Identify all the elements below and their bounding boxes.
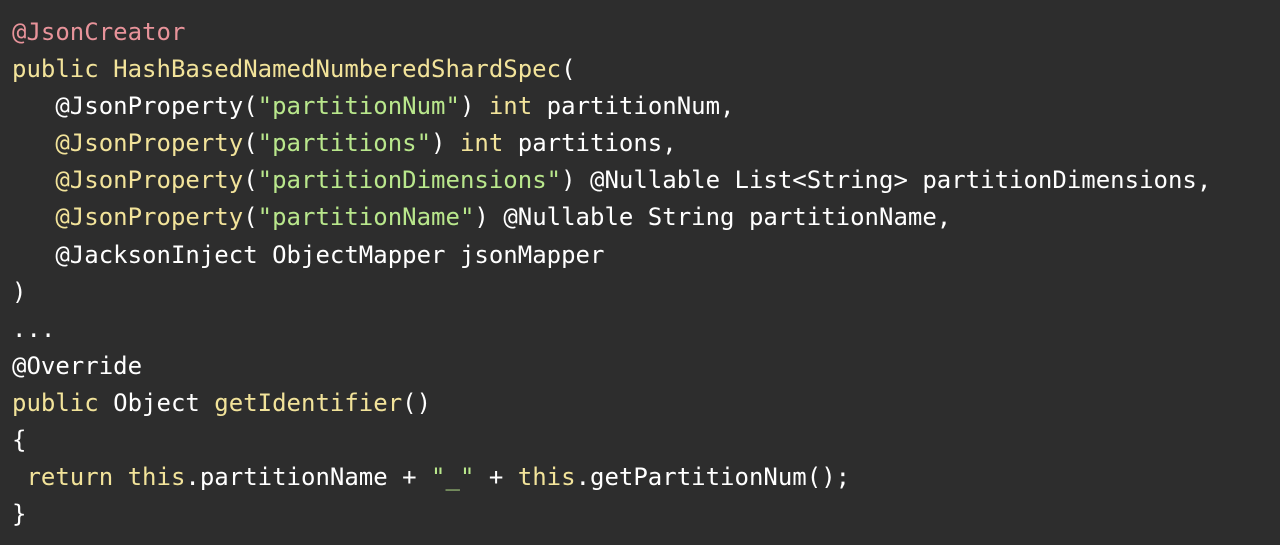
code-token-punct: ( <box>561 55 576 84</box>
code-line: public Object getIdentifier() <box>12 385 1280 422</box>
code-line: { <box>12 422 1280 459</box>
code-token-ident: partitions, <box>503 129 677 158</box>
code-line: @JacksonInject ObjectMapper jsonMapper <box>12 237 1280 274</box>
code-token-punct: ... <box>12 314 56 343</box>
code-token-punct <box>113 463 127 491</box>
code-token-punct <box>12 166 55 194</box>
code-token-annotation-plain: @JacksonInject <box>55 240 258 269</box>
code-token-string: "partitionName" <box>257 203 475 232</box>
code-token-punct <box>12 129 55 157</box>
code-token-string: "partitionNum" <box>257 92 460 121</box>
code-line: @JsonProperty("partitions") int partitio… <box>12 125 1280 162</box>
code-token-punct: () <box>402 388 432 417</box>
code-token-ident: List<String> partitionDimensions, <box>720 166 1212 195</box>
code-token-keyword: public <box>12 55 99 84</box>
code-token-keyword: int <box>459 129 504 158</box>
code-token-annotation-plain: @Override <box>12 351 143 380</box>
code-token-annotation-plain: @Nullable <box>590 166 721 195</box>
code-token-punct <box>99 55 113 83</box>
code-token-punct: ) <box>459 92 489 121</box>
code-token-punct: ( <box>243 129 258 158</box>
code-token-keyword: public <box>12 388 99 417</box>
code-token-annotation-plain: @Nullable <box>503 203 634 232</box>
code-token-annotation-red: @JsonCreator <box>12 18 186 46</box>
code-line: @JsonProperty("partitionNum") int partit… <box>12 88 1280 125</box>
code-token-annotation: @JsonProperty <box>55 129 244 158</box>
code-token-type: Object <box>98 388 215 417</box>
code-token-keyword: int <box>488 92 533 121</box>
code-token-annotation: @JsonProperty <box>55 203 244 232</box>
code-token-punct <box>12 203 55 231</box>
code-token-punct <box>12 463 26 491</box>
code-token-keyword: return <box>26 463 114 492</box>
code-token-string: "partitions" <box>257 129 432 158</box>
code-token-string: "_" <box>431 463 475 492</box>
code-token-ident: String partitionName, <box>633 203 952 232</box>
code-token-punct: ) <box>12 277 27 306</box>
code-token-ident: ObjectMapper jsonMapper <box>257 240 605 269</box>
code-line: @JsonProperty("partitionName") @Nullable… <box>12 199 1280 236</box>
code-token-ident: .partitionName + <box>185 463 432 492</box>
code-token-punct: ) <box>561 166 590 195</box>
code-view: @JsonCreator public HashBasedNamedNumbere… <box>0 0 1280 545</box>
code-token-string: "partitionDimensions" <box>257 166 562 195</box>
code-token-punct: ( <box>243 166 258 195</box>
code-token-keyword: this <box>127 463 186 492</box>
code-token-annotation-plain: @JsonProperty <box>55 92 244 121</box>
code-token-punct: ) <box>474 203 504 232</box>
code-line: ) <box>12 274 1280 311</box>
code-line: @JsonProperty("partitionDimensions") @Nu… <box>12 162 1280 199</box>
code-line: return this.partitionName + "_" + this.g… <box>12 459 1280 496</box>
code-token-keyword: this <box>517 463 576 492</box>
code-token-punct: + <box>474 463 518 492</box>
code-token-ident: partitionNum, <box>532 92 735 121</box>
code-token-annotation: @JsonProperty <box>55 166 244 195</box>
code-token-funcname: getIdentifier <box>214 388 403 417</box>
code-token-ident: .getPartitionNum(); <box>575 463 851 492</box>
code-token-punct <box>12 241 55 269</box>
code-line: @JsonCreator <box>12 14 1280 51</box>
code-token-punct: ( <box>243 92 258 121</box>
code-token-punct: ( <box>243 203 258 232</box>
code-token-funcname: HashBasedNamedNumberedShardSpec <box>113 55 562 84</box>
code-line: } <box>12 496 1280 533</box>
code-line: public HashBasedNamedNumberedShardSpec( <box>12 51 1280 88</box>
code-line: @Override <box>12 348 1280 385</box>
code-token-punct: ) <box>431 129 460 158</box>
code-token-punct: { <box>12 426 27 455</box>
code-token-punct <box>12 92 55 120</box>
code-token-punct: } <box>12 500 27 529</box>
code-line: ... <box>12 311 1280 348</box>
